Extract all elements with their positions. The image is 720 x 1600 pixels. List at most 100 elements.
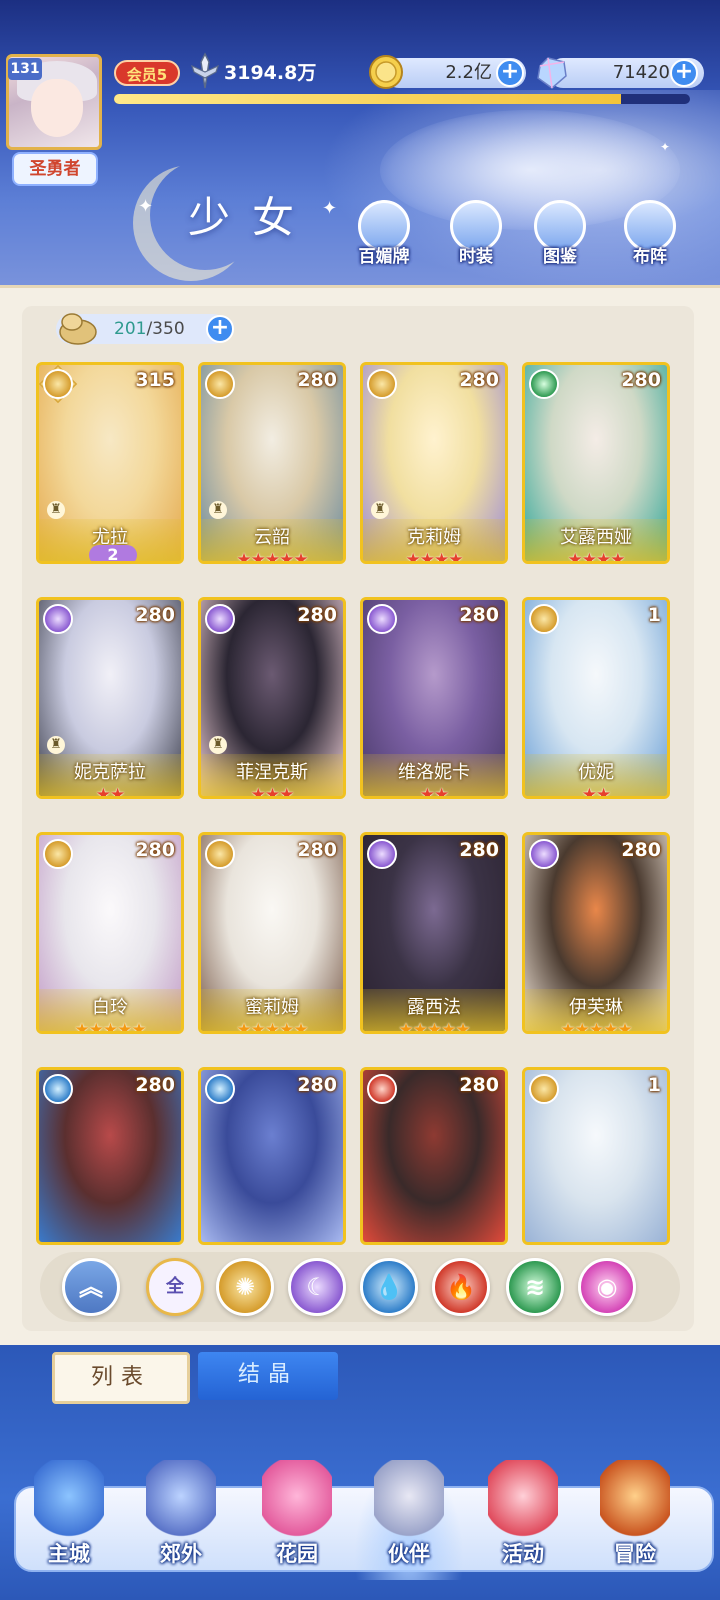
partner-card[interactable]: 280 ♜ 妮克萨拉 ★★ [36,597,184,799]
tab-list[interactable]: 列表 [52,1352,190,1404]
combat-power: 3194.8万 [224,62,317,84]
partner-card[interactable]: 315 ♜ 尤拉 2 [36,362,184,564]
partner-card[interactable]: 1 优妮 ★★ [522,597,670,799]
partner-card[interactable]: 280 白玲 ★★★★★ [36,832,184,1034]
formation-label: 布阵 [633,247,667,267]
player-title-button[interactable]: 圣勇者 [12,152,98,186]
star-rating: ★★ [95,785,125,799]
portal-icon [146,1460,216,1540]
partner-card[interactable]: 280 [198,1067,346,1245]
partner-card[interactable]: 280 艾露西娅 ★★★★ [522,362,670,564]
castle-icon [34,1460,104,1540]
capacity-current: 201 [114,319,147,339]
card-level: 280 [621,369,661,391]
card-name: 维洛妮卡 [398,762,470,783]
sun-element-icon [205,369,235,399]
nav-partner[interactable]: 伙伴 [354,1460,464,1580]
card-level: 280 [459,369,499,391]
partner-card[interactable]: 280 [36,1067,184,1245]
moon-element-filter-button[interactable]: ☾ [288,1258,346,1316]
nav-label: 郊外 [160,1542,202,1566]
card-name: 克莉姆 [407,527,461,548]
gallery-label: 图鉴 [543,247,577,267]
partner-card[interactable]: 280 露西法 ★★★★★ [360,832,508,1034]
moon-element-icon [367,839,397,869]
partner-card[interactable]: 280 ♜ 菲涅克斯 ★★★ [198,597,346,799]
sparkle-icon: ✦ [660,140,671,154]
nav-heart-garden[interactable]: 花园 [242,1460,352,1580]
bag-icon [59,313,97,345]
chess-piece-icon: ♜ [371,501,389,519]
all-filter-filter-button[interactable]: 全 [146,1258,204,1316]
card-name: 艾露西娅 [560,527,632,548]
star-rating: ★★ [419,785,449,799]
star-rating: ★★ [581,785,611,799]
sun-element-icon: ✺ [234,1273,256,1301]
sun-element-icon [43,369,73,399]
nav-label: 伙伴 [388,1542,430,1566]
pink-element-filter-button[interactable]: ◉ [578,1258,636,1316]
capacity-value: 201/350 [114,314,185,344]
fire-element-icon [367,1074,397,1104]
star-rating: ★★★★★ [560,1020,632,1034]
add-gem-button[interactable]: + [670,59,698,87]
collapse-filter-button[interactable]: ︽ [62,1258,120,1316]
water-element-icon [205,1074,235,1104]
moon-element-icon: ☾ [306,1273,328,1301]
partner-card[interactable]: 1 [522,1067,670,1245]
sun-element-icon [367,369,397,399]
chess-piece-icon: ♜ [209,736,227,754]
card-level: 315 [135,369,175,391]
formation-button[interactable]: 布阵 [616,200,684,268]
card-name: 白玲 [92,997,128,1018]
nav-label: 主城 [48,1542,90,1566]
partner-card[interactable]: 280 ♜ 克莉姆 ★★★★ [360,362,508,564]
sun-element-filter-button[interactable]: ✺ [216,1258,274,1316]
nav-compass[interactable]: 冒险 [580,1460,690,1580]
card-level: 280 [621,839,661,861]
expand-capacity-button[interactable]: + [206,315,234,343]
nav-portal[interactable]: 郊外 [126,1460,236,1580]
player-level-badge: 131 [8,58,42,80]
sun-element-icon [529,604,559,634]
partner-card[interactable]: 280 维洛妮卡 ★★ [360,597,508,799]
partner-card[interactable]: 280 ♜ 云韶 ★★★★★ [198,362,346,564]
gold-value: 2.2亿 [445,62,492,83]
moon-element-icon [367,604,397,634]
gallery-button[interactable]: 图鉴 [526,200,594,268]
add-gold-button[interactable]: + [496,59,524,87]
water-element-filter-button[interactable]: 💧 [360,1258,418,1316]
compass-icon [600,1460,670,1540]
fire-element-filter-button[interactable]: 🔥 [432,1258,490,1316]
sun-element-icon [205,839,235,869]
wind-element-filter-button[interactable]: ≋ [506,1258,564,1316]
card-name: 蜜莉姆 [245,997,299,1018]
partner-icon [374,1460,444,1540]
nav-label: 活动 [502,1542,544,1566]
power-sword-icon [190,52,220,89]
card-level: 280 [459,839,499,861]
card-level: 280 [297,1074,337,1096]
partner-card[interactable]: 280 [360,1067,508,1245]
sparkle-icon: ✦ [322,198,338,219]
nav-castle[interactable]: 主城 [14,1460,124,1580]
card-level: 1 [647,604,661,626]
card-deck-button[interactable]: 百媚牌 [350,200,418,268]
water-element-icon [43,1074,73,1104]
tab-crystal[interactable]: 结晶 [198,1352,338,1400]
nav-gift-box[interactable]: 活动 [468,1460,578,1580]
card-name: 菲涅克斯 [236,762,308,783]
card-name: 云韶 [254,527,290,548]
card-name: 露西法 [407,997,461,1018]
chess-piece-icon: ♜ [209,501,227,519]
gift-box-icon [488,1460,558,1540]
experience-fill [114,94,621,104]
moon-element-icon [205,604,235,634]
star-rating: ★★★ [250,785,295,799]
partner-card[interactable]: 280 蜜莉姆 ★★★★★ [198,832,346,1034]
costume-button[interactable]: 时装 [442,200,510,268]
partner-card[interactable]: 280 伊芙琳 ★★★★★ [522,832,670,1034]
header: ✦ ✦ ✦ 131 圣勇者 会员5 3194.8万 2.2亿 + 71420 +… [0,0,720,288]
pink-element-icon: ◉ [596,1273,618,1301]
vip-badge[interactable]: 会员5 [114,60,180,86]
